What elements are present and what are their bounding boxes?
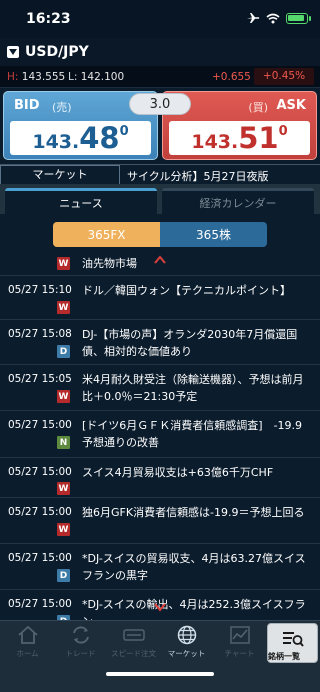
price-panel: BID (売) 143.480 3.0 (買) ASK 143.510: [0, 88, 320, 164]
high-low-row: H: 143.555 L: 142.100 +0.655 +0.45%: [0, 66, 320, 88]
ticker-text[interactable]: サイクル分析】5月27日夜版: [127, 168, 268, 184]
list-item[interactable]: W 油先物市場: [0, 252, 320, 276]
list-item[interactable]: 05/27 15:08 D DJ-【市場の声】オランダ2030年7月償還国債、相…: [0, 320, 320, 365]
news-date: 05/27 15:10: [8, 284, 72, 296]
bid-label: BID: [14, 98, 40, 113]
news-date: 05/27 15:00: [8, 466, 72, 478]
news-date: 05/27 15:00: [8, 506, 72, 518]
tab-economic-calendar[interactable]: 経済カレンダー: [162, 188, 314, 214]
bottom-nav: ホーム トレード スピード注文 マーケット チャート 銘柄一覧: [0, 620, 320, 692]
news-list[interactable]: W 油先物市場 05/27 15:10 W ドル／韓国ウォン【テクニカルポイント…: [0, 252, 320, 620]
home-indicator[interactable]: [106, 672, 214, 676]
news-title: 油先物市場: [82, 257, 137, 270]
news-source-badge: N: [57, 436, 70, 449]
news-title: *DJ-スイスの輸出、4月は252.3億スイスフラン: [82, 598, 306, 620]
list-item[interactable]: 05/27 15:10 W ドル／韓国ウォン【テクニカルポイント】: [0, 276, 320, 320]
segment-365kabu[interactable]: 365株: [160, 222, 267, 247]
chevron-down-icon[interactable]: [154, 602, 166, 612]
content-tabs: ニュース 経済カレンダー: [0, 184, 320, 214]
list-item[interactable]: 05/27 15:00 D *DJ-スイスの貿易収支、4月は63.27億スイスフ…: [0, 544, 320, 590]
news-date: 05/27 15:05: [8, 373, 72, 385]
list-item[interactable]: 05/27 15:05 W 米4月耐久財受注（除輸送機器）、予想は前月比＋0.0…: [0, 365, 320, 411]
chevron-up-icon[interactable]: [154, 255, 166, 265]
nav-symbol-list[interactable]: 銘柄一覧: [267, 623, 318, 663]
battery-icon: [286, 12, 311, 24]
ask-sub-label: (買): [248, 101, 268, 114]
market-globe-icon: [177, 625, 196, 645]
news-title: DJ-【市場の声】オランダ2030年7月償還国債、相対的な価値あり: [82, 328, 298, 358]
ticker-row: マーケット サイクル分析】5月27日夜版: [0, 164, 320, 185]
source-segment: 365FX 365株: [0, 214, 320, 252]
high-value: H: 143.555: [7, 71, 66, 83]
pair-name[interactable]: USD/JPY: [25, 44, 89, 60]
news-date: 05/27 15:00: [8, 552, 72, 564]
ask-label: ASK: [276, 98, 307, 113]
wifi-icon: [266, 13, 280, 23]
news-date: 05/27 15:08: [8, 328, 72, 340]
nav-home[interactable]: ホーム: [1, 625, 54, 663]
news-date: 05/27 15:00: [8, 419, 72, 431]
news-source-badge: W: [57, 301, 70, 314]
segment-365fx[interactable]: 365FX: [53, 222, 160, 247]
ask-price[interactable]: 143.510: [169, 121, 310, 155]
status-time: 16:23: [26, 11, 71, 27]
news-title: *DJ-スイスの貿易収支、4月は63.27億スイスフランの黒字: [82, 552, 306, 582]
news-title: スイス4月貿易収支は+63億6千万CHF: [82, 466, 274, 479]
chart-icon: [229, 626, 250, 644]
spread-badge: 3.0: [129, 93, 191, 115]
news-title: ドル／韓国ウォン【テクニカルポイント】: [82, 284, 291, 297]
news-title: 独6月GFK消費者信頼感は-19.9＝予想上回る: [82, 506, 305, 519]
chevron-down-icon[interactable]: [7, 46, 19, 58]
bid-sub-label: (売): [52, 101, 72, 114]
news-source-badge: D: [57, 569, 70, 582]
trade-icon: [72, 626, 89, 644]
list-item[interactable]: 05/27 15:00 W スイス4月貿易収支は+63億6千万CHF: [0, 458, 320, 498]
news-date: 05/27 15:00: [8, 598, 72, 610]
nav-trade[interactable]: トレード: [54, 625, 107, 663]
news-title: 米4月耐久財受注（除輸送機器）、予想は前月比＋0.0％＝21:30予定: [82, 373, 304, 403]
news-source-badge: W: [57, 482, 70, 495]
tab-news[interactable]: ニュース: [5, 188, 157, 214]
nav-speed-order[interactable]: スピード注文: [107, 625, 160, 663]
market-tab[interactable]: マーケット: [0, 165, 120, 185]
news-source-badge: D: [57, 345, 70, 358]
bid-price[interactable]: 143.480: [10, 121, 151, 155]
news-source-badge: W: [57, 257, 70, 270]
nav-chart[interactable]: チャート: [213, 625, 266, 663]
speed-icon: [122, 629, 145, 641]
list-search-icon: [282, 632, 304, 647]
change-percent: +0.45%: [254, 68, 314, 85]
low-value: L: 142.100: [68, 71, 125, 83]
news-title: [ドイツ6月ＧＦＫ消費者信頼感調査] -19.9 予想通りの改善: [82, 419, 314, 449]
nav-market[interactable]: マーケット: [160, 625, 213, 663]
status-bar: 16:23: [0, 0, 320, 38]
news-source-badge: W: [57, 523, 70, 536]
home-icon: [17, 625, 38, 644]
pair-selector[interactable]: USD/JPY: [0, 38, 320, 66]
change-value: +0.655: [212, 71, 251, 83]
airplane-icon: [247, 13, 260, 23]
news-source-badge: W: [57, 390, 70, 403]
list-item[interactable]: 05/27 15:00 N [ドイツ6月ＧＦＫ消費者信頼感調査] -19.9 予…: [0, 411, 320, 458]
list-item[interactable]: 05/27 15:00 W 独6月GFK消費者信頼感は-19.9＝予想上回る: [0, 498, 320, 544]
status-icons: [246, 12, 311, 24]
